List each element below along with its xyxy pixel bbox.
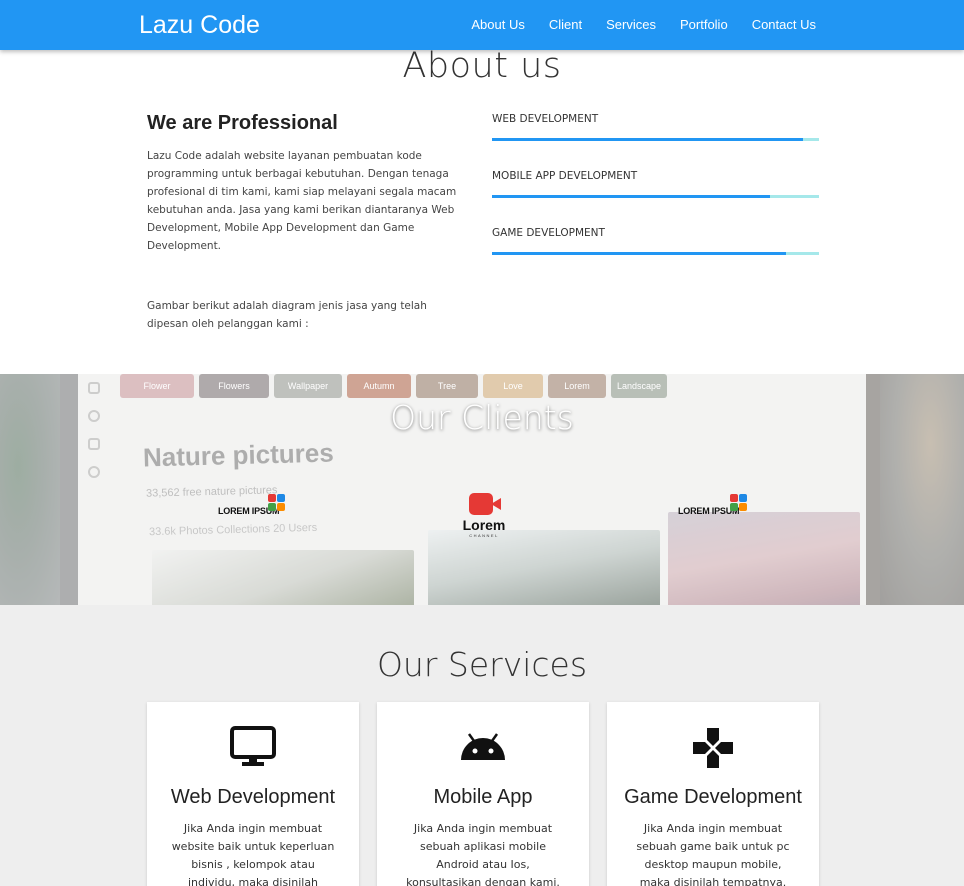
gamepad-icon xyxy=(607,726,819,770)
about-diagram-caption: Gambar berikut adalah diagram jenis jasa… xyxy=(147,300,427,330)
about-title: About us xyxy=(402,46,562,86)
service-card-text: Jika Anda ingin membuat sebuah aplikasi … xyxy=(406,822,560,886)
skill-progress-track xyxy=(492,252,819,255)
nav-about-us[interactable]: About Us xyxy=(471,17,524,32)
service-card-title: Web Development xyxy=(170,786,336,808)
brand-logo[interactable]: Lazu Code xyxy=(139,11,260,40)
service-card-mobile-app[interactable]: Mobile App Jika Anda ingin membuat sebua… xyxy=(377,702,589,886)
client-logo-lorem-ipsum-1[interactable]: LOREM IPSUM xyxy=(218,494,285,516)
client-logo-text: Lorem xyxy=(462,517,506,533)
services-section: Our Services Web Development Jika Anda i… xyxy=(0,605,964,886)
skill-web-development: WEB DEVELOPMENT xyxy=(492,113,819,141)
skill-progress-fill xyxy=(492,138,803,141)
skill-label: GAME DEVELOPMENT xyxy=(492,227,605,239)
clients-section: Flower Flowers Wallpaper Autumn Tree Lov… xyxy=(0,374,964,605)
nav-services[interactable]: Services xyxy=(606,17,656,32)
video-camera-icon xyxy=(464,493,504,517)
monitor-icon xyxy=(147,726,359,770)
client-logo-lorem-channel[interactable]: Lorem CHANNEL xyxy=(459,493,509,538)
service-card-title: Mobile App xyxy=(433,786,533,808)
skill-game-development: GAME DEVELOPMENT xyxy=(492,227,819,255)
skill-progress-track xyxy=(492,138,819,141)
service-card-game-development[interactable]: Game Development Jika Anda ingin membuat… xyxy=(607,702,819,886)
client-logo-lorem-ipsum-2[interactable]: LOREM IPSUM xyxy=(678,494,747,516)
nav-portfolio[interactable]: Portfolio xyxy=(680,17,728,32)
skill-label: WEB DEVELOPMENT xyxy=(492,113,599,125)
about-paragraph: Lazu Code adalah website layanan pembuat… xyxy=(147,150,457,252)
four-squares-icon xyxy=(268,494,286,512)
skills-list: WEB DEVELOPMENT MOBILE APP DEVELOPMENT G… xyxy=(492,113,819,284)
navbar: Lazu Code About Us Client Services Portf… xyxy=(0,0,964,50)
about-text-column: We are Professional Lazu Code adalah web… xyxy=(147,112,457,333)
nav-client[interactable]: Client xyxy=(549,17,582,32)
service-card-text: Jika Anda ingin membuat sebuah game baik… xyxy=(636,822,790,886)
service-card-text: Jika Anda ingin membuat website baik unt… xyxy=(171,822,335,886)
skill-mobile-app-development: MOBILE APP DEVELOPMENT xyxy=(492,170,819,198)
skill-progress-fill xyxy=(492,252,786,255)
services-title: Our Services xyxy=(376,645,588,684)
skill-label: MOBILE APP DEVELOPMENT xyxy=(492,170,638,182)
nav-contact-us[interactable]: Contact Us xyxy=(752,17,816,32)
four-squares-icon xyxy=(730,494,748,512)
nav-links: About Us Client Services Portfolio Conta… xyxy=(471,17,816,32)
skill-progress-track xyxy=(492,195,819,198)
android-icon xyxy=(377,726,589,770)
client-logo-subtext: CHANNEL xyxy=(469,533,499,538)
skill-progress-fill xyxy=(492,195,770,198)
clients-title: Our Clients xyxy=(390,398,574,437)
service-card-web-development[interactable]: Web Development Jika Anda ingin membuat … xyxy=(147,702,359,886)
about-subtitle: We are Professional xyxy=(147,112,338,134)
service-card-title: Game Development xyxy=(624,786,802,808)
